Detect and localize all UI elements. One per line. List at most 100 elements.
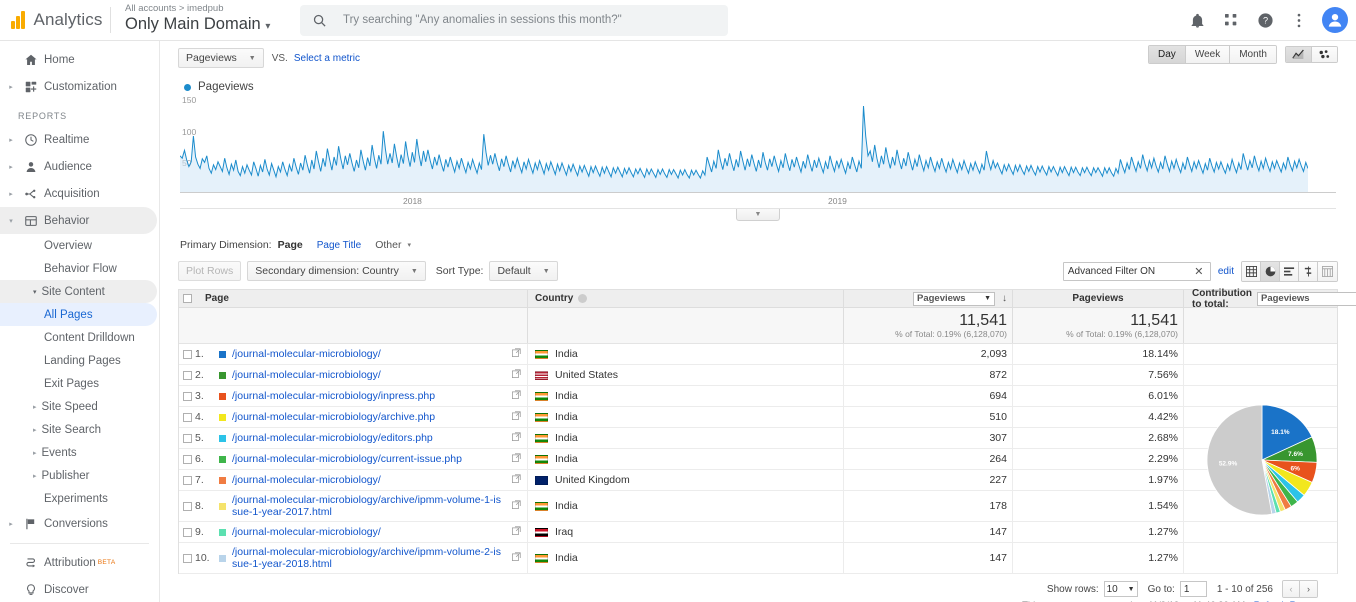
sort-type-dropdown[interactable]: Default ▼	[489, 261, 557, 281]
contribution-metric-dropdown[interactable]: Pageviews ▼	[1257, 292, 1356, 306]
user-avatar[interactable]	[1322, 7, 1348, 33]
metric-dropdown[interactable]: Pageviews ▼	[178, 48, 264, 68]
pie-view-icon[interactable]	[1261, 262, 1280, 281]
table-row[interactable]: 5. /journal-molecular-microbiology/edito…	[179, 428, 1337, 449]
sidebar-item-exit-pages[interactable]: Exit Pages	[0, 372, 157, 395]
sidebar-item-events[interactable]: ▸Events	[0, 441, 157, 464]
column-header-metric-2[interactable]: Pageviews	[1012, 290, 1183, 307]
row-checkbox[interactable]	[179, 386, 195, 406]
search-bar[interactable]	[300, 5, 728, 36]
sidebar-item-site-content[interactable]: ▾Site Content	[0, 280, 157, 303]
sidebar-item-audience[interactable]: ▸ Audience	[0, 153, 157, 180]
prev-page-button[interactable]: ‹	[1283, 581, 1300, 597]
table-row[interactable]: 9. /journal-molecular-microbiology/ Iraq…	[179, 522, 1337, 543]
plot-rows-button[interactable]: Plot Rows	[178, 261, 241, 281]
row-country-label[interactable]: India	[555, 453, 578, 465]
open-external-icon[interactable]	[506, 390, 527, 402]
show-rows-select[interactable]: 10 ▼	[1104, 581, 1138, 597]
sidebar-item-behavior[interactable]: ▾ Behavior	[0, 207, 157, 234]
table-row[interactable]: 8. /journal-molecular-microbiology/archi…	[179, 491, 1337, 522]
row-page-link[interactable]: /journal-molecular-microbiology/editors.…	[232, 432, 433, 444]
table-row[interactable]: 6. /journal-molecular-microbiology/curre…	[179, 449, 1337, 470]
row-page-link[interactable]: /journal-molecular-microbiology/archive/…	[232, 494, 506, 518]
row-country-label[interactable]: India	[555, 348, 578, 360]
help-circle-icon[interactable]: ?	[1250, 5, 1280, 35]
metric-1-dropdown[interactable]: Pageviews ▼	[913, 292, 995, 306]
table-row[interactable]: 4. /journal-molecular-microbiology/archi…	[179, 407, 1337, 428]
primary-dimension-other[interactable]: Other	[375, 239, 401, 251]
secondary-dimension-dropdown[interactable]: Secondary dimension: Country ▼	[247, 261, 426, 281]
row-country-label[interactable]: India	[555, 552, 578, 564]
sidebar-item-attribution[interactable]: Attribution BETA	[0, 549, 157, 576]
sidebar-item-overview[interactable]: Overview	[0, 234, 157, 257]
row-country-label[interactable]: United States	[555, 369, 618, 381]
advanced-filter-box[interactable]: ✕	[1063, 262, 1211, 281]
table-row[interactable]: 10. /journal-molecular-microbiology/arch…	[179, 543, 1337, 574]
row-country-label[interactable]: India	[555, 411, 578, 423]
goto-page-input[interactable]	[1180, 581, 1207, 597]
line-chart-icon[interactable]	[1286, 47, 1312, 62]
row-checkbox[interactable]	[179, 543, 195, 573]
property-name[interactable]: Only Main Domain ▾	[125, 14, 295, 37]
row-country-label[interactable]: India	[555, 500, 578, 512]
table-row[interactable]: 7. /journal-molecular-microbiology/ Unit…	[179, 470, 1337, 491]
bar-view-icon[interactable]	[1280, 262, 1299, 281]
primary-dimension-page-title[interactable]: Page Title	[317, 240, 361, 251]
table-row[interactable]: 2. /journal-molecular-microbiology/ Unit…	[179, 365, 1337, 386]
sidebar-item-acquisition[interactable]: ▸ Acquisition	[0, 180, 157, 207]
column-header-page[interactable]: Page	[195, 290, 527, 307]
row-checkbox[interactable]	[179, 470, 195, 490]
row-page-link[interactable]: /journal-molecular-microbiology/	[232, 474, 381, 486]
open-external-icon[interactable]	[506, 474, 527, 486]
sidebar-item-realtime[interactable]: ▸ Realtime	[0, 126, 157, 153]
sidebar-item-customization[interactable]: ▸ Customization	[0, 73, 157, 100]
open-external-icon[interactable]	[506, 348, 527, 360]
analytics-logo[interactable]: Analytics	[0, 10, 108, 30]
row-country-label[interactable]: India	[555, 390, 578, 402]
table-row[interactable]: 1. /journal-molecular-microbiology/ Indi…	[179, 344, 1337, 365]
column-header-country[interactable]: Country	[527, 290, 843, 307]
sidebar-item-home[interactable]: Home	[0, 46, 157, 73]
row-checkbox[interactable]	[179, 344, 195, 364]
scatter-chart-icon[interactable]	[1312, 47, 1337, 62]
sidebar-item-content-drilldown[interactable]: Content Drilldown	[0, 326, 157, 349]
open-external-icon[interactable]	[506, 552, 527, 564]
table-view-icon[interactable]	[1242, 262, 1261, 281]
granularity-week[interactable]: Week	[1186, 46, 1230, 63]
pageviews-timeline-chart[interactable]: 150 100 50 2018 2019 ▼	[178, 97, 1338, 209]
info-icon[interactable]	[578, 294, 587, 303]
search-input[interactable]	[341, 13, 716, 27]
sidebar-item-all-pages[interactable]: All Pages	[0, 303, 157, 326]
apps-grid-icon[interactable]	[1216, 5, 1246, 35]
edit-filter-link[interactable]: edit	[1218, 266, 1234, 277]
filter-input[interactable]	[1064, 266, 1188, 277]
table-row[interactable]: 3. /journal-molecular-microbiology/inpre…	[179, 386, 1337, 407]
select-metric-link[interactable]: Select a metric	[294, 53, 360, 64]
row-page-link[interactable]: /journal-molecular-microbiology/	[232, 526, 381, 538]
granularity-month[interactable]: Month	[1230, 46, 1276, 63]
pivot-view-icon[interactable]	[1318, 262, 1337, 281]
open-external-icon[interactable]	[506, 369, 527, 381]
more-vertical-icon[interactable]	[1284, 5, 1314, 35]
sidebar-item-discover[interactable]: Discover	[0, 576, 157, 602]
row-checkbox[interactable]	[179, 491, 195, 521]
row-page-link[interactable]: /journal-molecular-microbiology/archive/…	[232, 546, 506, 570]
sidebar-item-conversions[interactable]: ▸ Conversions	[0, 510, 157, 537]
row-checkbox[interactable]	[179, 428, 195, 448]
row-page-link[interactable]: /journal-molecular-microbiology/inpress.…	[232, 390, 435, 402]
row-page-link[interactable]: /journal-molecular-microbiology/archive.…	[232, 411, 435, 423]
sidebar-item-experiments[interactable]: Experiments	[0, 487, 157, 510]
row-country-label[interactable]: United Kingdom	[555, 474, 630, 486]
open-external-icon[interactable]	[506, 526, 527, 538]
bell-icon[interactable]	[1182, 5, 1212, 35]
sidebar-item-publisher[interactable]: ▸Publisher	[0, 464, 157, 487]
select-all-checkbox[interactable]	[179, 294, 195, 303]
row-page-link[interactable]: /journal-molecular-microbiology/current-…	[232, 453, 462, 465]
open-external-icon[interactable]	[506, 432, 527, 444]
sidebar-item-site-speed[interactable]: ▸Site Speed	[0, 395, 157, 418]
row-checkbox[interactable]	[179, 522, 195, 542]
account-selector[interactable]: All accounts > imedpub Only Main Domain …	[125, 3, 295, 37]
sort-descending-icon[interactable]: ↓	[1002, 293, 1007, 304]
next-page-button[interactable]: ›	[1300, 581, 1317, 597]
sidebar-item-landing-pages[interactable]: Landing Pages	[0, 349, 157, 372]
